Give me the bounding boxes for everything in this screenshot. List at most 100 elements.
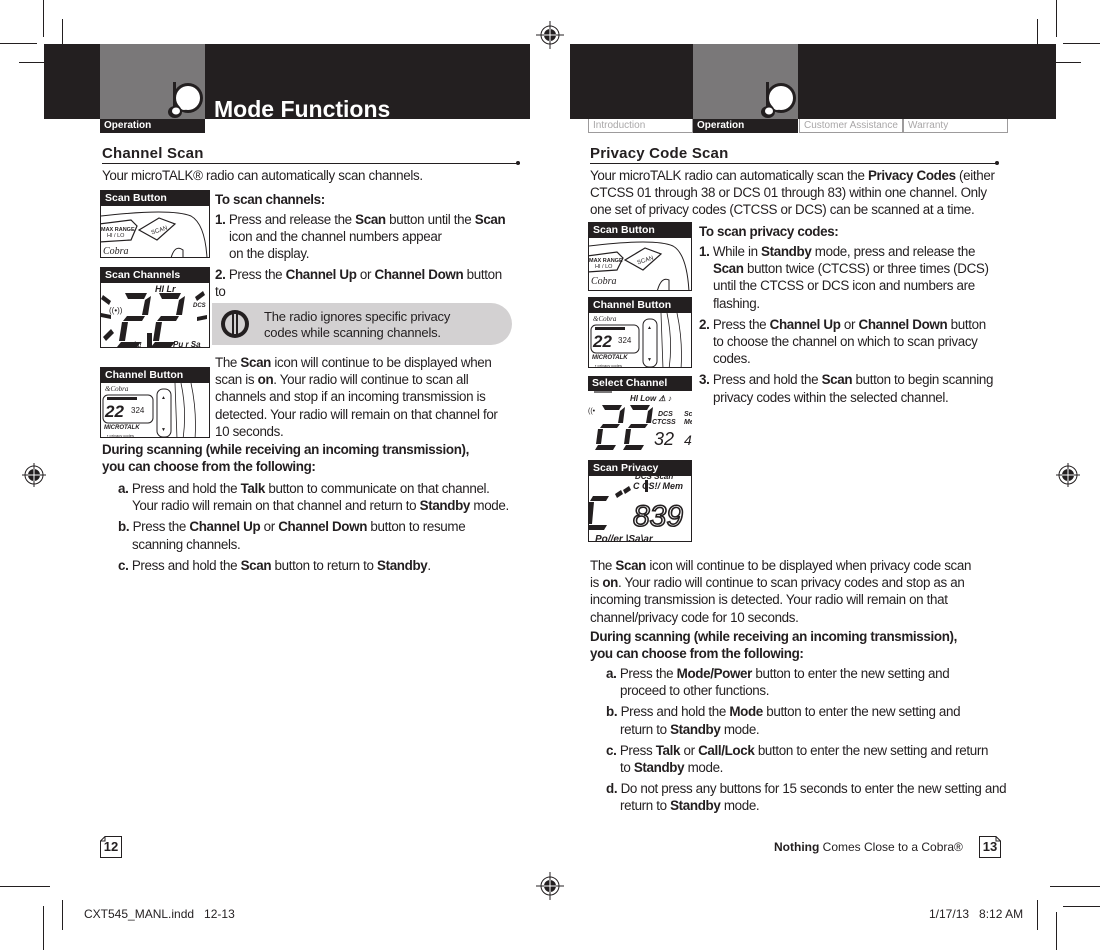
body-text: mode, press and release the (811, 244, 976, 259)
emphasis-text: Channel Down (278, 519, 368, 535)
svg-text:4: 4 (684, 432, 692, 448)
text-line: 2. Press the Channel Up or Channel Down … (699, 316, 1009, 333)
page-number-text: 13 (982, 839, 998, 854)
tab-introduction[interactable]: Introduction (588, 119, 693, 133)
page-number-text: 12 (103, 839, 119, 854)
text-line: d. Do not press any buttons for 15 secon… (606, 780, 1016, 797)
body-text: Your microTALK radio can automatically s… (590, 168, 868, 183)
right-steps-heading: To scan privacy codes: (699, 224, 839, 239)
emphasis-text: Mode (729, 704, 763, 720)
scan-button-illustration: MAX RANGE HI / LO SCAN Cobra (101, 211, 208, 257)
text-line: until the CTCSS or DCS icon and numbers … (699, 277, 1009, 294)
body-text: Press (619, 742, 656, 758)
panel-label: Select Channel (588, 376, 692, 391)
body-text: Press the (619, 666, 677, 681)
text-line: 1. While in Standby mode, press and rele… (699, 243, 1009, 260)
body-text: button (947, 316, 987, 332)
svg-text:MICROTALK: MICROTALK (592, 355, 628, 361)
svg-text:HI Low ⚠ ♪: HI Low ⚠ ♪ (630, 394, 672, 403)
list-marker: 2. (699, 316, 713, 332)
text-line: channel/privacy code for 10 seconds. (590, 609, 1010, 626)
body-text: Press and hold the (131, 557, 241, 573)
text-line: Your radio will remain on that channel a… (118, 497, 528, 514)
crop-mark (0, 886, 50, 887)
step-text: icon and the channel numbers appear (229, 229, 442, 245)
svg-text:&Cobra: &Cobra (105, 385, 129, 393)
body-text: Press and hold the (620, 704, 730, 720)
radio-front-illustration: &Cobra 22 324 MICROTALK ▪ privacy codes … (590, 313, 682, 368)
body-text: button to enter the new setting and retu… (754, 742, 989, 758)
text-line: The Scan icon will continue to be displa… (590, 557, 1010, 574)
section-rule (590, 163, 998, 164)
tab-customer-assistance[interactable]: Customer Assistance (799, 119, 903, 133)
text-line: c. Press Talk or Call/Lock button to ent… (606, 742, 1016, 759)
svg-text:HI Lr: HI Lr (155, 284, 176, 294)
svg-text:DCS: DCS (193, 303, 206, 309)
text-line: c. Press and hold the Scan button to ret… (118, 557, 528, 574)
text-line: Scan button twice (CTCSS) or three times… (699, 260, 1009, 277)
body-text: one set of privacy codes (CTCSS or DCS) … (590, 202, 975, 218)
right-steps-list: 1. While in Standby mode, press and rele… (699, 243, 1009, 410)
body-text: icon will continue to be displayed when (271, 355, 492, 370)
heading-line: During scanning (while receiving an inco… (102, 442, 469, 457)
emphasis-text: Standby (633, 760, 685, 776)
tab-operation[interactable]: Operation (693, 119, 798, 133)
text-line: flashing. (699, 295, 1009, 312)
scan-button-illustration: MAX RANGE HI / LO SCAN Cobra (589, 241, 690, 290)
crop-mark (43, 0, 44, 37)
tagline-text: Comes Close to a Cobra® (819, 840, 963, 854)
svg-text:32: 32 (654, 429, 674, 449)
emphasis-text: Channel Down (374, 267, 464, 282)
svg-text:C CS!/ Mem: C CS!/ Mem (633, 481, 683, 491)
crop-mark (0, 43, 37, 44)
crop-mark (43, 906, 44, 950)
emphasis-text: Mode/Power (676, 666, 753, 681)
list-marker: a. (606, 666, 620, 681)
body-text: incoming transmission is detected. Your … (590, 592, 948, 608)
body-text: CTCSS 01 through 38 or DCS 01 through 83… (590, 185, 987, 201)
text-line: one set of privacy codes (CTCSS or DCS) … (590, 201, 1010, 218)
text-line: is on. Your radio will continue to scan … (590, 574, 1010, 591)
body-text: The (215, 355, 241, 370)
note-line: The radio ignores specific privacy (264, 309, 451, 324)
body-text: Press the (712, 316, 770, 332)
body-text: until the CTCSS or DCS icon and numbers … (713, 278, 975, 294)
crop-mark (1063, 906, 1100, 907)
section-rule (102, 163, 520, 164)
svg-text:Sc: Sc (684, 411, 692, 418)
body-text: button to resume (367, 519, 466, 535)
emphasis-text: Talk (240, 481, 266, 496)
svg-text:CTCSS: CTCSS (652, 419, 676, 426)
body-text: Your radio will remain on that channel a… (132, 498, 420, 514)
panel-select-channel: Select Channel HI Low ⚠ ♪ DCS CTCSS Sc M… (588, 376, 692, 452)
text-line: a. Press the Mode/Power button to enter … (606, 665, 1016, 682)
list-item: c. Press and hold the Scan button to ret… (118, 557, 528, 574)
emphasis-text: Channel Up (285, 267, 357, 282)
text-line: scan is on. Your radio will continue to … (215, 371, 520, 388)
tab-warranty[interactable]: Warranty (903, 119, 1008, 133)
tagline-bold: Nothing (774, 840, 820, 854)
svg-text:324: 324 (131, 406, 145, 415)
body-text: . Your radio will continue to scan all (273, 372, 469, 388)
tab-operation-left[interactable]: Operation (100, 119, 205, 133)
text-line: proceed to other functions. (606, 682, 1016, 699)
body-text: Press the (228, 267, 286, 282)
body-text: mode. (720, 798, 760, 814)
cobra-logo-icon (168, 82, 203, 118)
body-text: channel/privacy code for 10 seconds. (590, 609, 799, 625)
panel-label: Channel Button (589, 298, 691, 313)
emphasis-text: Scan (615, 558, 647, 573)
info-icon (221, 310, 249, 338)
body-text: button to return to (271, 557, 377, 573)
svg-text:▪ privacy codes: ▪ privacy codes (595, 363, 622, 368)
svg-text:SCAN: SCAN (151, 225, 169, 236)
svg-text:DCS: DCS (658, 411, 673, 418)
svg-text:▼: ▼ (647, 357, 652, 363)
svg-text:▲: ▲ (161, 395, 166, 401)
tagline: Nothing Comes Close to a Cobra® (774, 840, 963, 854)
text-line: to choose the channel on which to scan p… (699, 333, 1009, 350)
svg-text:((•)): ((•)) (109, 306, 123, 315)
crop-mark (1056, 912, 1057, 950)
body-text: button to begin scanning (852, 372, 994, 388)
emphasis-text: Call/Lock (698, 742, 755, 758)
